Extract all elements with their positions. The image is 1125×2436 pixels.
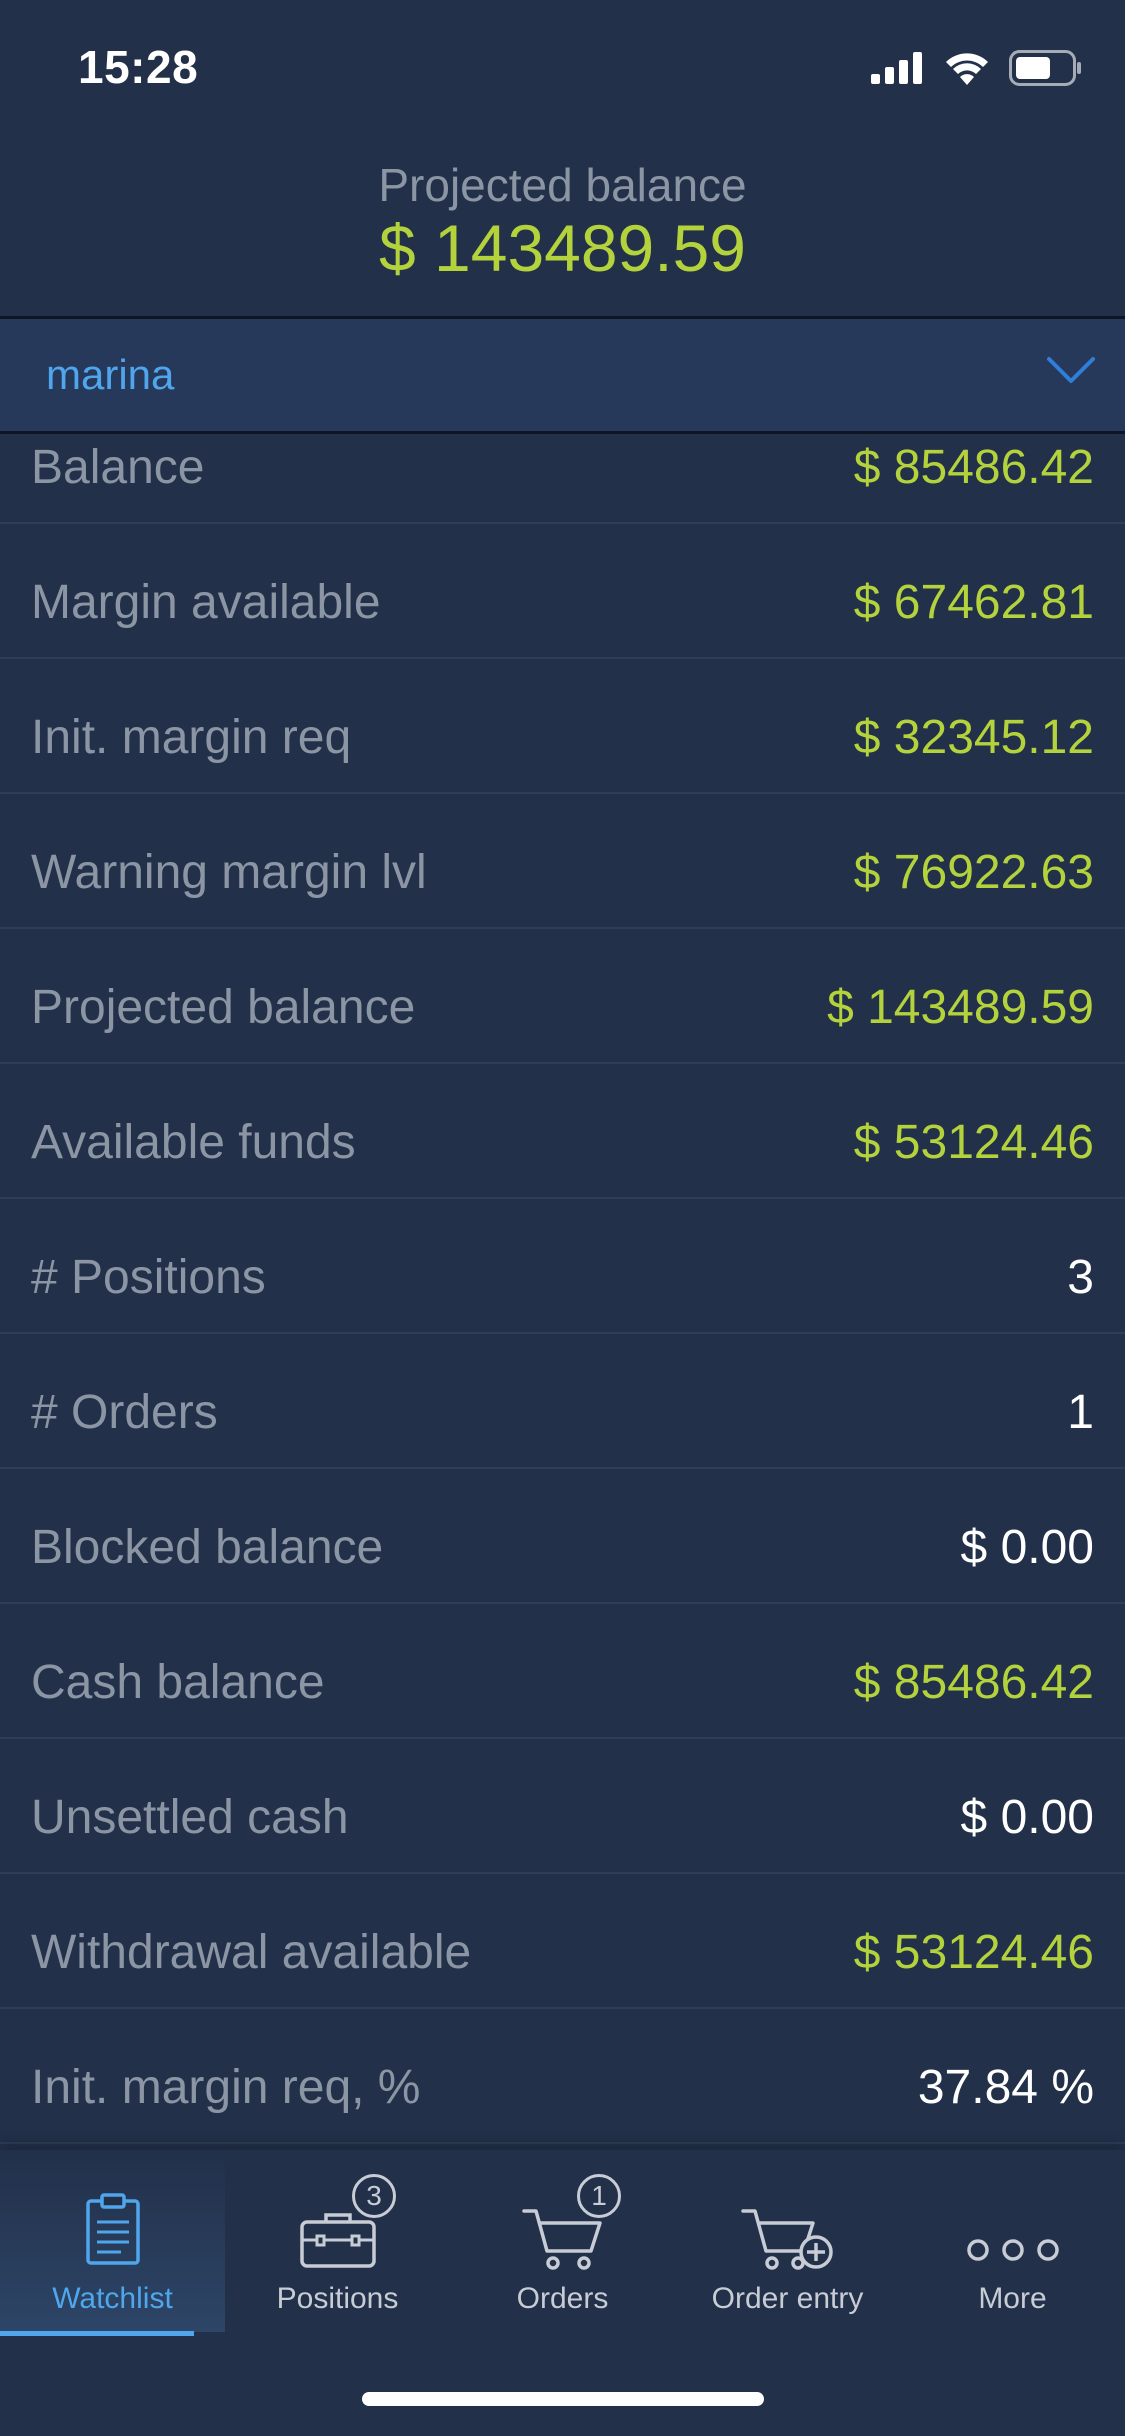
- projected-balance-header: Projected balance $ 143489.59: [0, 132, 1125, 316]
- row-init-margin-req: Init. margin req $ 32345.12: [0, 659, 1125, 794]
- row-label: Warning margin lvl: [31, 846, 427, 899]
- row-margin-available: Margin available $ 67462.81: [0, 524, 1125, 659]
- row-label: Init. margin req, %: [31, 2061, 421, 2114]
- tab-label: Orders: [516, 2282, 609, 2315]
- row-value: $ 0.00: [960, 1791, 1094, 1844]
- account-selector[interactable]: marina: [0, 319, 1125, 431]
- row-value: $ 76922.63: [853, 846, 1094, 899]
- row-label: Available funds: [31, 1116, 356, 1169]
- row-label: Projected balance: [31, 981, 416, 1034]
- account-name: marina: [46, 351, 175, 398]
- row-value: $ 32345.12: [853, 711, 1094, 764]
- cart-plus-icon: [675, 2206, 900, 2281]
- row-value: $ 67462.81: [853, 576, 1094, 629]
- tab-orders[interactable]: 1 Orders: [450, 2150, 675, 2332]
- briefcase-icon: [225, 2210, 450, 2273]
- tab-order-entry[interactable]: Order entry: [675, 2150, 900, 2332]
- clipboard-icon: [0, 2192, 225, 2271]
- row-label: Margin available: [31, 576, 381, 629]
- row-label: Cash balance: [31, 1656, 325, 1709]
- home-indicator[interactable]: [362, 2392, 764, 2406]
- active-tab-indicator: [0, 2331, 194, 2336]
- orders-badge: 1: [577, 2174, 621, 2218]
- battery-icon: [1009, 50, 1083, 91]
- row-label: Init. margin req: [31, 711, 352, 764]
- tab-watchlist[interactable]: Watchlist: [0, 2150, 225, 2336]
- row-balance: Balance $ 85486.42: [0, 434, 1125, 524]
- row-label: Blocked balance: [31, 1521, 384, 1574]
- row-value: $ 53124.46: [853, 1116, 1094, 1169]
- account-details-list[interactable]: Balance $ 85486.42 Margin available $ 67…: [0, 434, 1125, 2150]
- cart-icon: [450, 2206, 675, 2277]
- row-label: # Orders: [31, 1386, 218, 1439]
- row-blocked-balance: Blocked balance $ 0.00: [0, 1469, 1125, 1604]
- wifi-icon: [945, 51, 989, 90]
- row-label: Withdrawal available: [31, 1926, 472, 1979]
- chevron-down-icon: [1045, 353, 1097, 390]
- bottom-tab-bar: Watchlist 3 Positions 1 Orders Order ent…: [0, 2150, 1125, 2436]
- row-orders-count: # Orders 1: [0, 1334, 1125, 1469]
- row-value: $ 0.00: [960, 1521, 1094, 1574]
- tab-label: Watchlist: [52, 2282, 173, 2315]
- row-label: # Positions: [31, 1251, 266, 1304]
- row-warning-margin-lvl: Warning margin lvl $ 76922.63: [0, 794, 1125, 929]
- header-label: Projected balance: [378, 159, 747, 211]
- row-value: 1: [1067, 1386, 1094, 1439]
- row-value: 3: [1067, 1251, 1094, 1304]
- row-value: $ 85486.42: [853, 1656, 1094, 1709]
- row-value: $ 85486.42: [853, 441, 1094, 494]
- status-icons: [871, 50, 1083, 91]
- tab-more[interactable]: More: [900, 2150, 1125, 2332]
- signal-icon: [871, 52, 925, 89]
- account-summary-screen: 15:28 Projected balance $ 143489.59 mari…: [0, 0, 1125, 2436]
- row-value: 37.84 %: [917, 2061, 1094, 2114]
- row-init-margin-req-percent: Init. margin req, % 37.84 %: [0, 2009, 1125, 2144]
- tab-label: Positions: [276, 2282, 399, 2315]
- tab-label: Order entry: [711, 2282, 864, 2315]
- row-projected-balance: Projected balance $ 143489.59: [0, 929, 1125, 1064]
- row-unsettled-cash: Unsettled cash $ 0.00: [0, 1739, 1125, 1874]
- row-withdrawal-available: Withdrawal available $ 53124.46: [0, 1874, 1125, 2009]
- row-value: $ 143489.59: [827, 981, 1094, 1034]
- tab-positions[interactable]: 3 Positions: [225, 2150, 450, 2332]
- row-label: Balance: [31, 441, 205, 494]
- row-value: $ 53124.46: [853, 1926, 1094, 1979]
- header-value: $ 143489.59: [378, 211, 747, 285]
- status-time: 15:28: [78, 41, 199, 93]
- row-cash-balance: Cash balance $ 85486.42: [0, 1604, 1125, 1739]
- row-available-funds: Available funds $ 53124.46: [0, 1064, 1125, 1199]
- positions-badge: 3: [352, 2174, 396, 2218]
- row-positions-count: # Positions 3: [0, 1199, 1125, 1334]
- row-label: Unsettled cash: [31, 1791, 349, 1844]
- status-bar: 15:28: [0, 0, 1125, 132]
- more-dots-icon: [900, 2238, 1125, 2267]
- tab-label: More: [978, 2282, 1047, 2315]
